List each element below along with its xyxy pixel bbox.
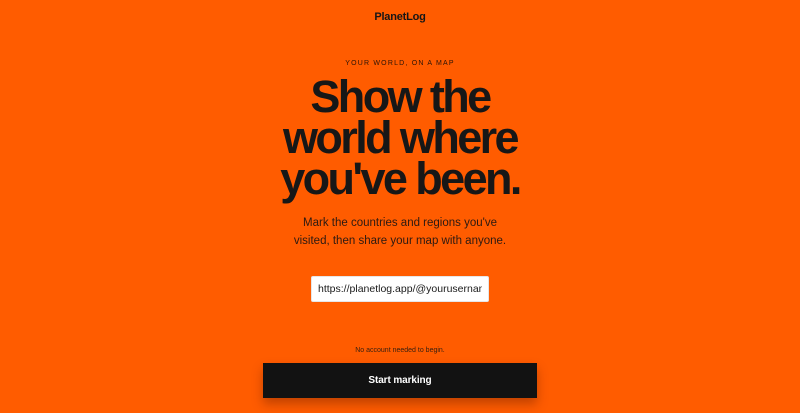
eyebrow-label: YOUR WORLD, ON A MAP xyxy=(345,60,455,67)
hero-description-line-2: visited, then share your map with anyone… xyxy=(293,235,507,247)
hero-description-line-1: Mark the countries and regions you've xyxy=(303,217,497,229)
page-title: Show the world where you've been. xyxy=(0,71,800,204)
headline-line-1: Show the xyxy=(310,71,492,122)
no-account-note: No account needed to begin. xyxy=(355,347,445,354)
start-marking-button[interactable]: Start marking xyxy=(263,363,537,398)
profile-url-input[interactable] xyxy=(311,276,489,302)
headline-line-3: you've been. xyxy=(280,153,522,204)
hero-description: Mark the countries and regions you've vi… xyxy=(0,214,800,250)
headline-line-2: world where xyxy=(283,112,520,163)
brand-logo[interactable]: PlanetLog xyxy=(0,11,800,23)
